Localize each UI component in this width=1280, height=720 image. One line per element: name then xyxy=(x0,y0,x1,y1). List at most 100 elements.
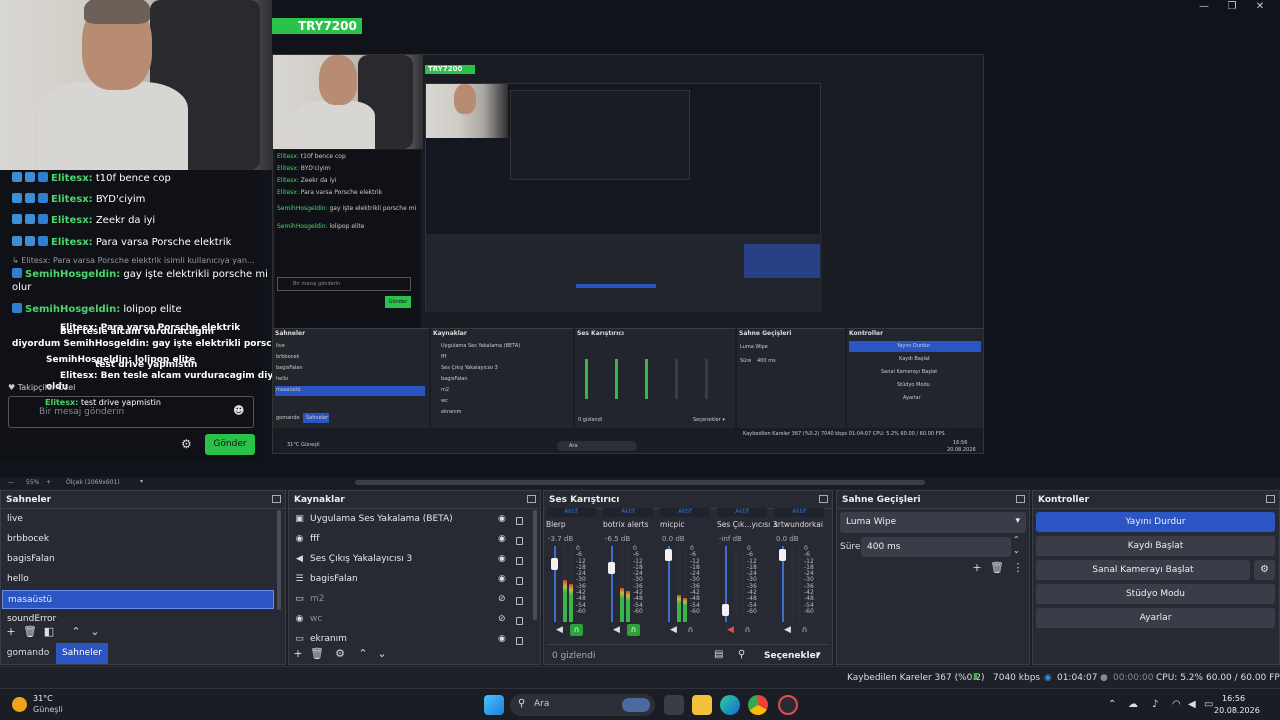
eye-hidden-icon[interactable]: ⊘ xyxy=(498,594,506,604)
up-icon[interactable]: ⌃ xyxy=(69,625,83,639)
headphones-icon[interactable]: ∩ xyxy=(798,624,811,636)
eye-icon[interactable]: ◉ xyxy=(498,634,506,644)
lock-icon[interactable] xyxy=(516,517,523,525)
minimize-icon[interactable]: — xyxy=(1190,0,1218,14)
lock-icon[interactable] xyxy=(516,537,523,545)
clock-date[interactable]: 20.08.2026 xyxy=(1214,706,1260,715)
more-icon[interactable]: ⋮ xyxy=(1011,561,1025,575)
stepper-up-icon[interactable]: ⌃ xyxy=(1013,535,1020,544)
edge-icon[interactable] xyxy=(720,695,740,715)
speaker-icon[interactable]: ◀ xyxy=(727,625,734,635)
transition-select[interactable]: Luma Wipe ▾ xyxy=(840,512,1026,533)
scene-item[interactable]: brbbocek xyxy=(2,530,274,549)
down-icon[interactable]: ⌄ xyxy=(88,625,102,639)
scene-item[interactable]: hello xyxy=(2,570,274,589)
volume-icon[interactable]: ◀ xyxy=(1188,699,1196,710)
popout-icon[interactable] xyxy=(1266,495,1275,503)
add-icon[interactable]: + xyxy=(291,647,305,661)
fader-handle[interactable] xyxy=(551,557,558,570)
speaker-icon[interactable]: ◀ xyxy=(556,625,563,635)
stop-stream-button[interactable]: Yayını Durdur xyxy=(1036,512,1275,532)
close-icon[interactable]: ✕ xyxy=(1246,0,1274,14)
down-icon[interactable]: ⌄ xyxy=(375,647,389,661)
tab-sahneler[interactable]: Sahneler xyxy=(56,643,108,664)
chrome-icon[interactable] xyxy=(748,695,768,715)
file-explorer-icon[interactable] xyxy=(692,695,712,715)
scene-item[interactable]: live xyxy=(2,510,274,529)
trash-icon[interactable]: 🗑 xyxy=(990,561,1004,575)
fader-handle[interactable] xyxy=(722,603,729,616)
source-item[interactable]: ◀ Ses Çıkış Yakalayıcısı 3 ◉ xyxy=(294,550,530,570)
scene-item[interactable]: bagisFalan xyxy=(2,550,274,569)
windows-start-icon[interactable] xyxy=(484,695,504,715)
source-item[interactable]: ▭ ekranım ◉ xyxy=(294,630,530,650)
source-item[interactable]: ▣ Uygulama Ses Yakalama (BETA) ◉ xyxy=(294,510,530,530)
chat-input[interactable]: Bir mesaj gönderin ☻ xyxy=(8,396,254,428)
source-item[interactable]: ◉ wc ⊘ xyxy=(294,610,530,630)
speaker-icon[interactable]: ◀ xyxy=(670,625,677,635)
chevron-up-icon[interactable]: ⌃ xyxy=(1108,699,1116,710)
add-icon[interactable]: + xyxy=(970,561,984,575)
zoom-out-icon[interactable]: — xyxy=(8,479,14,486)
settings-button[interactable]: Ayarlar xyxy=(1036,608,1275,628)
virtual-camera-button[interactable]: Sanal Kamerayı Başlat xyxy=(1036,560,1250,580)
eye-icon[interactable]: ◉ xyxy=(498,534,506,544)
battery-icon[interactable]: ▭ xyxy=(1204,699,1213,710)
stepper-down-icon[interactable]: ⌄ xyxy=(1013,546,1020,555)
up-icon[interactable]: ⌃ xyxy=(356,647,370,661)
send-button[interactable]: Gönder xyxy=(205,434,255,455)
trash-icon[interactable]: 🗑 xyxy=(310,647,324,661)
source-item[interactable]: ▭ m2 ⊘ xyxy=(294,590,530,610)
temperature[interactable]: 31°C xyxy=(33,694,53,703)
weather-sun-icon[interactable] xyxy=(12,697,27,712)
scene-item[interactable]: soundError xyxy=(2,610,274,622)
microphone-icon[interactable]: ♪ xyxy=(1152,699,1158,710)
popout-icon[interactable] xyxy=(819,495,828,503)
studio-mode-button[interactable]: Stüdyo Modu xyxy=(1036,584,1275,604)
duration-input[interactable]: 400 ms xyxy=(861,537,1011,557)
sources-scrollbar[interactable] xyxy=(533,510,537,620)
layout-icon[interactable]: ▤ xyxy=(714,649,723,660)
popout-icon[interactable] xyxy=(1016,495,1025,503)
gear-icon[interactable]: ⚙ xyxy=(333,647,347,661)
fader-handle[interactable] xyxy=(608,562,615,574)
lock-icon[interactable] xyxy=(516,617,523,625)
headphones-icon[interactable]: ∩ xyxy=(570,624,583,636)
options-button[interactable]: Seçenekler xyxy=(764,651,820,661)
chevron-down-icon[interactable]: ▾ xyxy=(816,650,821,660)
preview-canvas[interactable]: — ❐ ✕ TRY7200 Elitesx: t10f bence cop El… xyxy=(0,0,1280,477)
speaker-icon[interactable]: ◀ xyxy=(613,625,620,635)
fader-handle[interactable] xyxy=(665,549,672,562)
eye-hidden-icon[interactable]: ⊘ xyxy=(498,614,506,624)
scenes-scrollbar[interactable] xyxy=(277,510,281,610)
zoom-in-icon[interactable]: + xyxy=(46,479,51,486)
headphones-icon[interactable]: ∩ xyxy=(627,624,640,636)
taskbar-search[interactable]: ⚲ Ara xyxy=(510,694,655,716)
add-icon[interactable]: + xyxy=(4,625,18,639)
gear-icon[interactable]: ⚙ xyxy=(1254,560,1275,580)
lock-icon[interactable] xyxy=(516,557,523,565)
scene-item-selected[interactable]: masaüstü xyxy=(2,590,274,609)
wifi-icon[interactable]: ◠ xyxy=(1172,699,1181,710)
link-icon[interactable]: ⚲ xyxy=(738,649,745,660)
lock-icon[interactable] xyxy=(516,637,523,645)
obs-icon[interactable] xyxy=(778,695,798,715)
source-item[interactable]: ☰ bagisFalan ◉ xyxy=(294,570,530,590)
volume-fader[interactable] xyxy=(611,546,613,622)
headphones-icon[interactable]: ∩ xyxy=(684,624,697,636)
tab-gomando[interactable]: gomando xyxy=(2,643,54,664)
filter-icon[interactable]: ◧ xyxy=(42,625,56,639)
eye-icon[interactable]: ◉ xyxy=(498,574,506,584)
scale-dropdown-icon[interactable]: ▾ xyxy=(140,478,143,485)
source-item[interactable]: ◉ fff ◉ xyxy=(294,530,530,550)
trash-icon[interactable]: 🗑 xyxy=(23,625,37,639)
speaker-icon[interactable]: ◀ xyxy=(784,625,791,635)
start-record-button[interactable]: Kaydı Başlat xyxy=(1036,536,1275,556)
task-view-icon[interactable] xyxy=(664,695,684,715)
eye-icon[interactable]: ◉ xyxy=(498,514,506,524)
weather-text[interactable]: Güneşli xyxy=(33,705,63,714)
maximize-icon[interactable]: ❐ xyxy=(1218,0,1246,14)
popout-icon[interactable] xyxy=(272,495,281,503)
settings-gear-icon[interactable]: ⚙ xyxy=(181,437,192,451)
eye-icon[interactable]: ◉ xyxy=(498,554,506,564)
